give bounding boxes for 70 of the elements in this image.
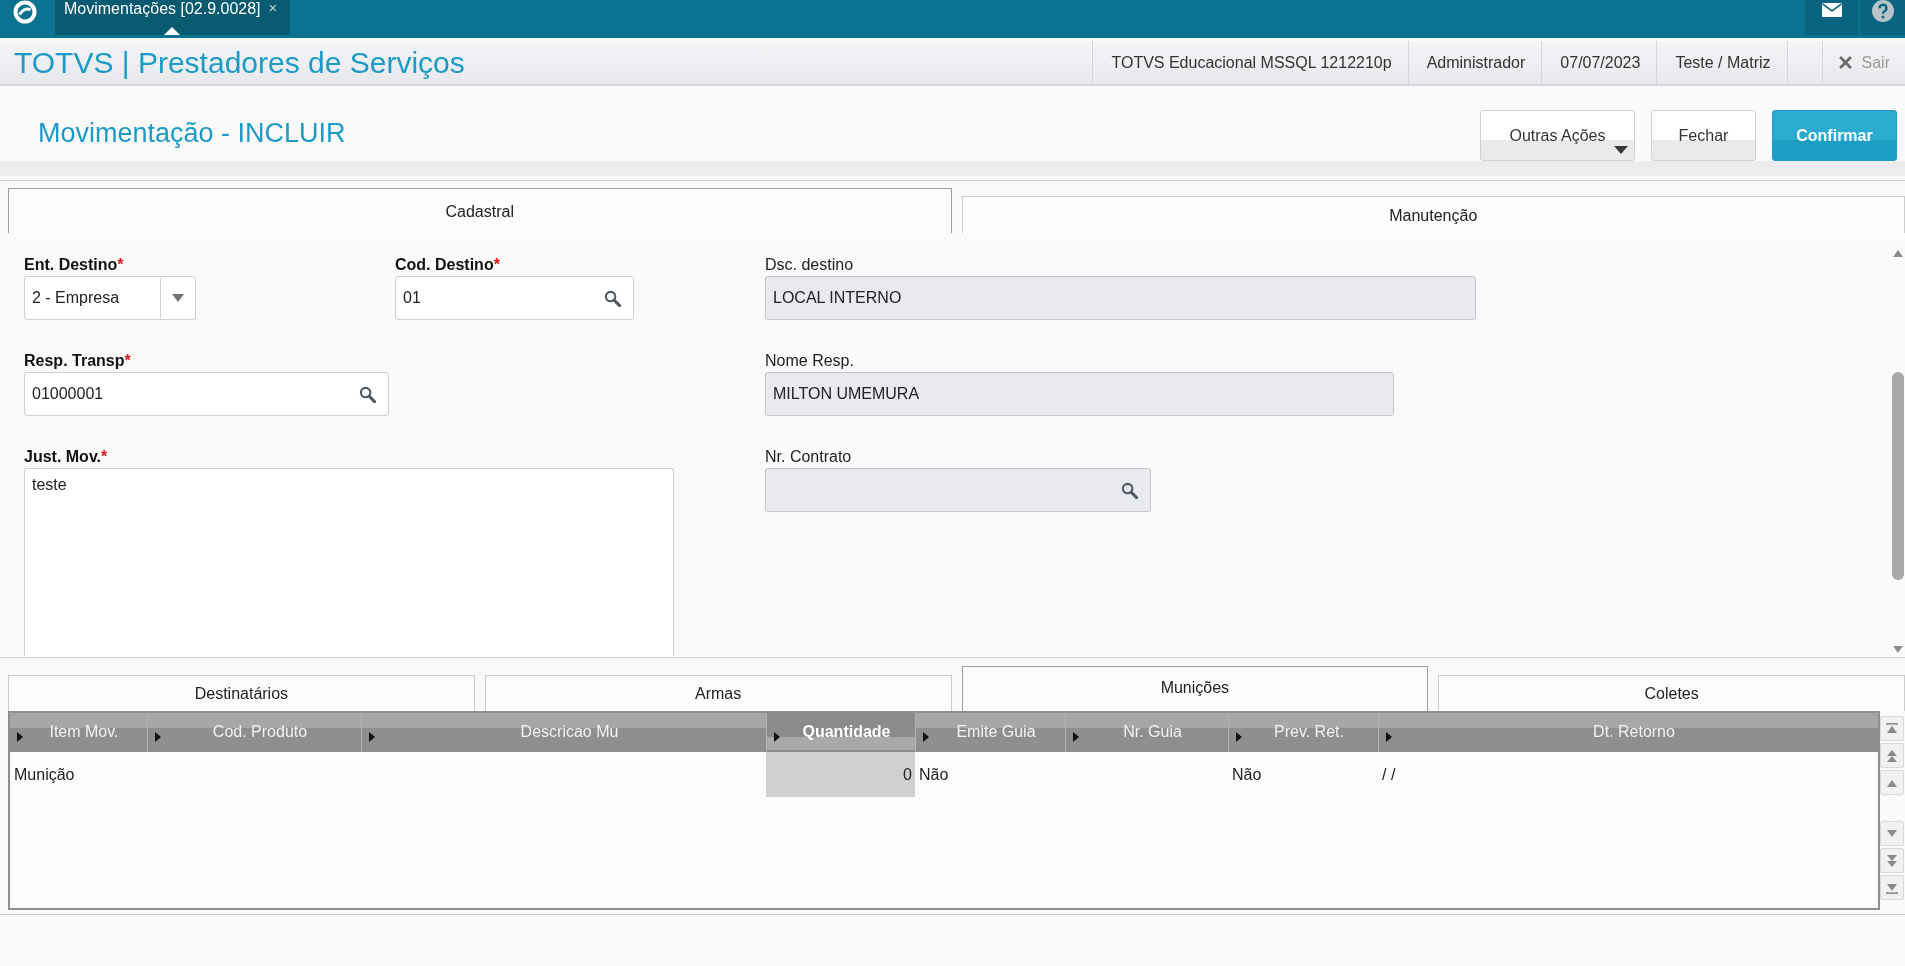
grid-tab[interactable]: Munições	[961, 666, 1429, 711]
field-label: Nome Resp.	[765, 351, 854, 371]
scroll-bottom-button[interactable]	[1880, 875, 1904, 900]
triangle-marker-icon	[17, 731, 23, 742]
more-actions-button[interactable]: Outras Ações	[1480, 110, 1635, 161]
scroll-up-button[interactable]	[1880, 770, 1904, 795]
header-info-text: 07/07/2023	[1541, 41, 1657, 84]
help-icon	[1871, 0, 1894, 22]
scroll-down-button[interactable]	[1880, 821, 1904, 846]
help-button[interactable]	[1860, 0, 1905, 35]
table-cell-text: Não	[918, 764, 950, 785]
triangle-marker-icon	[923, 731, 929, 742]
text-area[interactable]: teste	[24, 468, 674, 656]
field-label: Cod. Destino*	[395, 255, 500, 275]
header-info-text: Teste / Matriz	[1656, 41, 1788, 84]
arrow-up-icon	[1886, 778, 1898, 787]
dropdown-field[interactable]: 2 - Empresa	[24, 276, 196, 320]
lookup-field[interactable]: 01000001	[24, 372, 389, 416]
triangle-marker-icon	[155, 731, 161, 742]
readonly-field: MILTON UMEMURA	[765, 372, 1394, 416]
form-tab[interactable]: Cadastral	[8, 188, 952, 233]
page-title: Movimentação - INCLUIR	[37, 118, 346, 149]
scrollbar-thumb[interactable]	[1891, 372, 1904, 580]
mail-icon	[1821, 3, 1842, 17]
scroll-top-icon	[1886, 722, 1898, 735]
caret-icon	[172, 294, 184, 302]
page-up-button[interactable]	[1880, 743, 1904, 768]
arrow-down-icon	[1886, 829, 1898, 838]
grid-tab[interactable]: Armas	[484, 675, 952, 711]
header-info-text: TOTVS Educacional MSSQL 1212210p	[1092, 41, 1408, 84]
triangle-marker-icon	[1236, 731, 1242, 742]
logo-icon[interactable]	[13, 0, 37, 24]
lookup-field[interactable]	[765, 468, 1151, 512]
triangle-marker-icon	[1386, 731, 1392, 742]
field-label: Ent. Destino*	[24, 255, 124, 275]
header-info-text: Administrador	[1407, 41, 1542, 84]
page-down-icon	[1886, 853, 1898, 868]
app-tab[interactable]: Movimentações [02.9.0028] ×	[55, 0, 290, 35]
grid-tab[interactable]: Coletes	[1438, 675, 1905, 711]
tab-pointer-icon	[164, 27, 180, 35]
triangle-marker-icon	[774, 731, 780, 742]
search-icon[interactable]	[359, 385, 376, 403]
scroll-down-icon[interactable]	[1892, 646, 1903, 653]
mail-button[interactable]	[1805, 0, 1858, 35]
triangle-marker-icon	[1073, 731, 1079, 742]
readonly-field: LOCAL INTERNO	[765, 276, 1476, 320]
triangle-marker-icon	[369, 731, 375, 742]
scroll-top-button[interactable]	[1880, 716, 1904, 741]
page-up-icon	[1886, 748, 1898, 763]
app-title: TOTVS | Prestadores de Serviços	[13, 45, 465, 80]
scroll-bottom-icon	[1886, 881, 1898, 894]
field-label: Just. Mov.*	[24, 447, 108, 467]
caret-icon	[1614, 146, 1628, 154]
field-label: Dsc. destino	[765, 255, 854, 275]
search-icon[interactable]	[1121, 481, 1138, 499]
form-tab[interactable]: Manutenção	[961, 196, 1905, 233]
table-cell-text: / /	[1381, 764, 1397, 785]
close-icon	[1838, 56, 1852, 69]
field-label: Resp. Transp*	[24, 351, 131, 371]
scroll-up-icon[interactable]	[1892, 250, 1903, 257]
table-cell-text: Munição	[13, 764, 76, 785]
search-icon[interactable]	[604, 289, 621, 307]
table-cell: 0	[766, 752, 915, 797]
grid-tab[interactable]: Destinatários	[8, 675, 475, 711]
field-label: Nr. Contrato	[765, 447, 852, 467]
table-cell-text: Não	[1231, 764, 1263, 785]
close-button[interactable]: Fechar	[1651, 110, 1756, 161]
lookup-field[interactable]: 01	[395, 276, 634, 320]
page-down-button[interactable]	[1880, 848, 1904, 873]
close-tab-button[interactable]: ×	[266, 0, 280, 15]
